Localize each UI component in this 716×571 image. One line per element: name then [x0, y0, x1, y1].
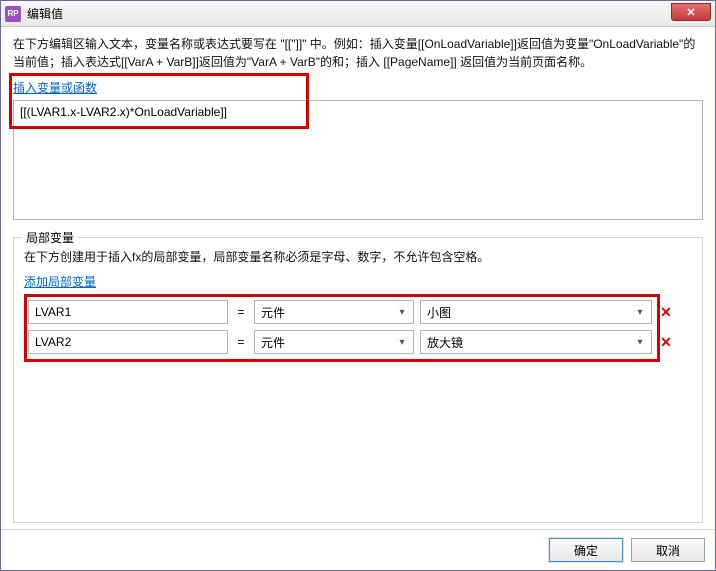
equals-label: =: [234, 305, 248, 319]
add-local-variable-link[interactable]: 添加局部变量: [24, 273, 692, 290]
insert-variable-link[interactable]: 插入变量或函数: [13, 79, 97, 96]
dialog-title: 编辑值: [27, 5, 63, 22]
chevron-down-icon: ▾: [633, 307, 647, 318]
app-icon: RP: [5, 6, 21, 22]
variable-target-value: 小图: [427, 304, 451, 321]
dialog-footer: 确定 取消: [1, 529, 715, 570]
chevron-down-icon: ▾: [395, 337, 409, 348]
local-variables-fieldset: 局部变量 在下方创建用于插入fx的局部变量，局部变量名称必须是字母、数字，不允许…: [13, 237, 703, 523]
variable-target-value: 放大镜: [427, 334, 463, 351]
chevron-down-icon: ▾: [633, 337, 647, 348]
local-variable-rows: = 元件 ▾ 小图 ▾ ✕ =: [24, 294, 692, 514]
variable-type-value: 元件: [261, 334, 285, 351]
cancel-button[interactable]: 取消: [631, 538, 705, 562]
variable-name-input[interactable]: [28, 300, 228, 324]
chevron-down-icon: ▾: [395, 307, 409, 318]
local-variables-legend: 局部变量: [22, 229, 78, 246]
variable-type-select[interactable]: 元件 ▾: [254, 330, 414, 354]
dialog-body: 在下方编辑区输入文本，变量名称或表达式要写在 "[["]]" 中。例如：插入变量…: [1, 27, 715, 529]
variable-target-select[interactable]: 小图 ▾: [420, 300, 652, 324]
variable-target-select[interactable]: 放大镜 ▾: [420, 330, 652, 354]
delete-row-button[interactable]: ✕: [658, 334, 674, 351]
local-variable-row: = 元件 ▾ 放大镜 ▾ ✕: [28, 330, 682, 354]
variable-type-value: 元件: [261, 304, 285, 321]
close-icon: ✕: [686, 6, 695, 19]
titlebar: RP 编辑值 ✕: [1, 1, 715, 27]
local-variables-help: 在下方创建用于插入fx的局部变量，局部变量名称必须是字母、数字，不允许包含空格。: [24, 248, 692, 265]
expression-help-text: 在下方编辑区输入文本，变量名称或表达式要写在 "[["]]" 中。例如：插入变量…: [13, 35, 703, 71]
local-variable-row: = 元件 ▾ 小图 ▾ ✕: [28, 300, 682, 324]
close-button[interactable]: ✕: [671, 3, 711, 21]
ok-button[interactable]: 确定: [549, 538, 623, 562]
equals-label: =: [234, 335, 248, 349]
variable-type-select[interactable]: 元件 ▾: [254, 300, 414, 324]
delete-row-button[interactable]: ✕: [658, 304, 674, 321]
expression-textarea[interactable]: [13, 100, 703, 220]
dialog-window: RP 编辑值 ✕ 在下方编辑区输入文本，变量名称或表达式要写在 "[["]]" …: [0, 0, 716, 571]
expression-section: 插入变量或函数: [13, 75, 703, 223]
variable-name-input[interactable]: [28, 330, 228, 354]
